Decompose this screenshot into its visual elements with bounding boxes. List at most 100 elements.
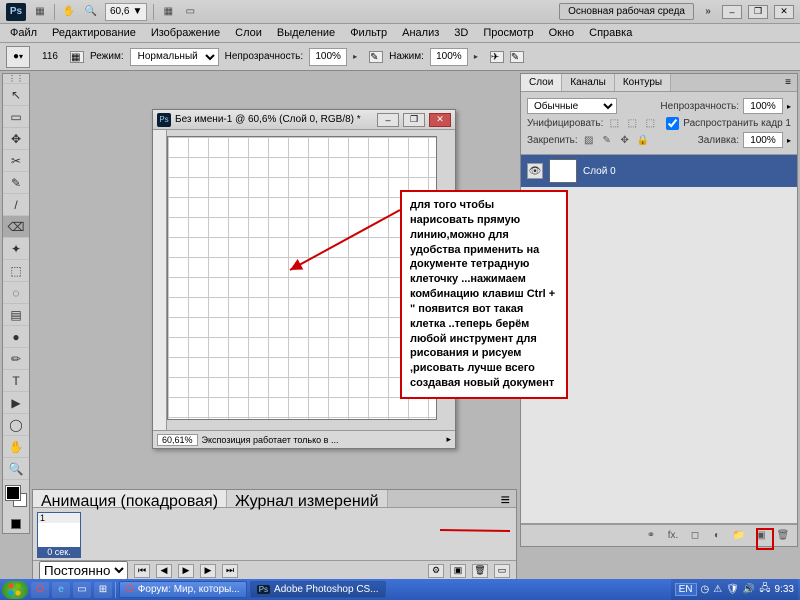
menu-3d[interactable]: 3D [448, 25, 474, 41]
tab-paths[interactable]: Контуры [615, 74, 671, 91]
menu-edit[interactable]: Редактирование [46, 25, 142, 41]
layer-opacity-input[interactable] [743, 98, 783, 114]
tool-history-brush[interactable]: ⬚ [3, 260, 29, 282]
layer-name[interactable]: Слой 0 [583, 166, 616, 177]
tool-stamp[interactable]: ✦ [3, 238, 29, 260]
clock[interactable]: 9:33 [775, 584, 794, 595]
tool-eyedropper[interactable]: ✎ [3, 172, 29, 194]
menu-analysis[interactable]: Анализ [396, 25, 445, 41]
brush-panel-toggle[interactable]: ▦ [70, 51, 84, 63]
tray-volume-icon[interactable]: 🔊 [743, 584, 755, 595]
bridge-icon[interactable]: ▦ [32, 4, 48, 20]
tool-zoom[interactable]: 🔍 [3, 458, 29, 480]
doc-close[interactable]: ✕ [429, 113, 451, 127]
menu-filter[interactable]: Фильтр [344, 25, 393, 41]
menu-image[interactable]: Изображение [145, 25, 226, 41]
lock-position-icon[interactable]: ✥ [618, 133, 632, 147]
adjustment-layer-icon[interactable]: ◐ [709, 528, 725, 544]
toolbox-handle[interactable]: ⋮⋮ [3, 74, 29, 84]
quickmask-toggle[interactable] [3, 515, 29, 533]
view-icon[interactable]: ▦ [160, 4, 176, 20]
document-titlebar[interactable]: Ps Без имени-1 @ 60,6% (Слой 0, RGB/8) *… [153, 110, 455, 130]
menu-layers[interactable]: Слои [229, 25, 268, 41]
minimize-button[interactable]: – [722, 5, 742, 19]
play-button[interactable]: ▶ [178, 564, 194, 578]
close-button[interactable]: ✕ [774, 5, 794, 19]
brush-preview[interactable]: ●▾ [6, 46, 30, 68]
delete-frame-button[interactable]: 🗑 [472, 564, 488, 578]
tool-shape[interactable]: ◯ [3, 414, 29, 436]
opacity-input[interactable] [309, 48, 347, 66]
lock-pixels-icon[interactable]: ✎ [600, 133, 614, 147]
expand-icon[interactable]: » [700, 4, 716, 20]
next-frame-button[interactable]: ▶ [200, 564, 216, 578]
blend-mode-select[interactable]: Нормальный [130, 48, 219, 66]
hand-icon[interactable]: ✋ [61, 4, 77, 20]
first-frame-button[interactable]: ⏮ [134, 564, 150, 578]
zoom-level[interactable]: 60,6▼ [105, 3, 147, 21]
tray-icon[interactable]: ⚠ [713, 584, 722, 595]
tool-blur[interactable]: ● [3, 326, 29, 348]
flow-input[interactable] [430, 48, 468, 66]
zoom-icon[interactable]: 🔍 [83, 4, 99, 20]
tool-lasso[interactable]: ✥ [3, 128, 29, 150]
doc-maximize[interactable]: ❐ [403, 113, 425, 127]
tool-type[interactable]: T [3, 370, 29, 392]
workspace-switcher[interactable]: Основная рабочая среда [559, 3, 694, 20]
tablet-opacity-icon[interactable]: ✎ [369, 51, 383, 63]
status-zoom[interactable]: 60,61% [157, 434, 198, 446]
menu-select[interactable]: Выделение [271, 25, 341, 41]
layer-thumbnail[interactable] [549, 159, 577, 183]
foreground-color[interactable] [6, 486, 20, 500]
layer-group-icon[interactable]: 📁 [731, 528, 747, 544]
propagate-checkbox[interactable] [666, 117, 679, 130]
tool-pen[interactable]: ✏ [3, 348, 29, 370]
menu-help[interactable]: Справка [583, 25, 638, 41]
last-frame-button[interactable]: ⏭ [222, 564, 238, 578]
tween-button[interactable]: ⚙ [428, 564, 444, 578]
tool-crop[interactable]: ✂ [3, 150, 29, 172]
prev-frame-button[interactable]: ◀ [156, 564, 172, 578]
fill-input[interactable] [743, 132, 783, 148]
menu-window[interactable]: Окно [543, 25, 581, 41]
tab-layers[interactable]: Слои [521, 74, 562, 91]
tool-path[interactable]: ▶ [3, 392, 29, 414]
timeline-mode-button[interactable]: ▭ [494, 564, 510, 578]
link-layers-icon[interactable]: ⚭ [643, 528, 659, 544]
taskbar-task-forum[interactable]: OФорум: Мир, которы... [119, 581, 247, 598]
animation-frame[interactable]: 1 0 сек. [37, 512, 81, 558]
color-swatches[interactable] [3, 484, 29, 512]
layer-mask-icon[interactable]: ◻ [687, 528, 703, 544]
frame-delay[interactable]: 0 сек. [38, 547, 80, 557]
taskbar-task-photoshop[interactable]: PsAdobe Photoshop CS... [250, 581, 386, 598]
quicklaunch-app[interactable]: ⊞ [94, 582, 112, 598]
tray-icon[interactable]: ◷ [701, 584, 710, 595]
tool-eraser[interactable]: ◌ [3, 282, 29, 304]
tool-marquee[interactable]: ▭ [3, 106, 29, 128]
tool-hand[interactable]: ✋ [3, 436, 29, 458]
duplicate-frame-button[interactable]: ▣ [450, 564, 466, 578]
doc-minimize[interactable]: – [377, 113, 399, 127]
menu-file[interactable]: Файл [4, 25, 43, 41]
tool-move[interactable]: ↖ [3, 84, 29, 106]
tab-animation[interactable]: Анимация (покадровая) [33, 490, 227, 507]
start-button[interactable] [2, 581, 28, 599]
unify-style-icon[interactable]: ⬚ [643, 116, 657, 130]
tool-brush[interactable]: ⌫ [3, 216, 29, 238]
menu-view[interactable]: Просмотр [477, 25, 539, 41]
layer-blend-mode[interactable]: Обычные [527, 98, 617, 114]
tool-healing[interactable]: / [3, 194, 29, 216]
lock-transparency-icon[interactable]: ▨ [582, 133, 596, 147]
maximize-button[interactable]: ❐ [748, 5, 768, 19]
flow-arrow[interactable]: ▸ [474, 52, 484, 61]
tab-channels[interactable]: Каналы [562, 74, 615, 91]
quicklaunch-ie[interactable]: e [52, 582, 70, 598]
tablet-size-icon[interactable]: ✎ [510, 51, 524, 63]
layer-item[interactable]: 👁 Слой 0 [521, 155, 797, 187]
layer-style-icon[interactable]: fx. [665, 528, 681, 544]
lock-all-icon[interactable]: 🔒 [636, 133, 650, 147]
quicklaunch-desktop[interactable]: ▭ [73, 582, 91, 598]
unify-position-icon[interactable]: ⬚ [607, 116, 621, 130]
loop-select[interactable]: Постоянно [39, 561, 128, 580]
opacity-arrow[interactable]: ▸ [353, 52, 363, 61]
